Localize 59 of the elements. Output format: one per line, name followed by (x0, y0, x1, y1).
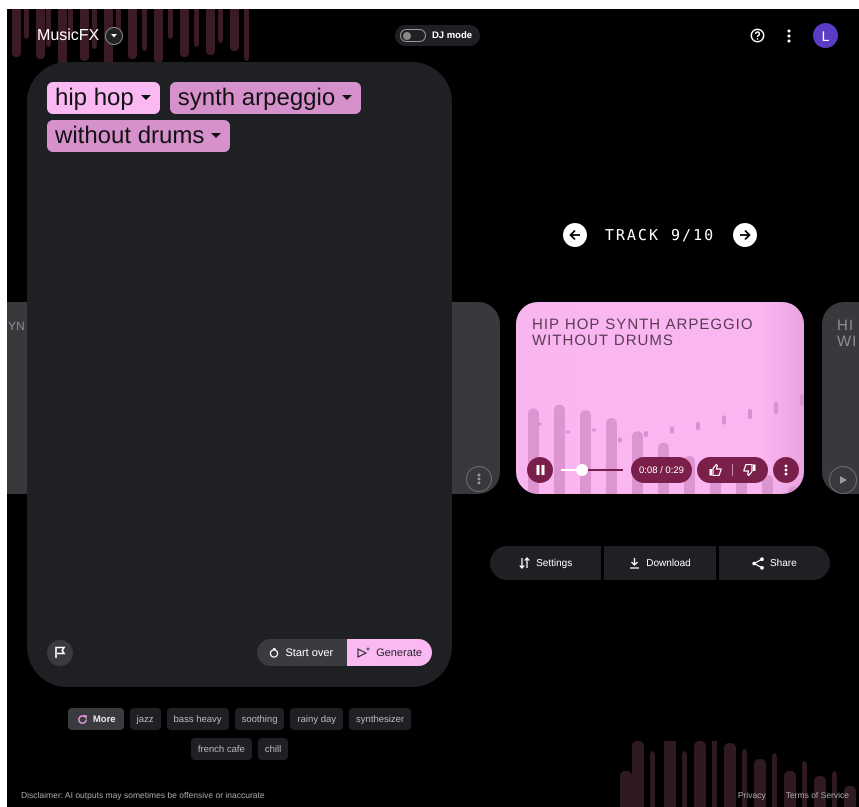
start-over-button[interactable]: Start over (257, 639, 348, 666)
caret-icon (342, 95, 352, 101)
thumbs-down-icon (742, 464, 756, 476)
download-button[interactable]: Download (604, 546, 716, 580)
generate-button[interactable]: Generate (347, 639, 432, 666)
avatar[interactable]: L (813, 23, 838, 48)
arrow-left-icon (568, 229, 581, 241)
next-button[interactable] (733, 223, 758, 247)
track-title: HIP HOP SYNTH ARPEGGIO WITHOUT DRUMS (532, 317, 754, 349)
caret-icon (140, 95, 151, 101)
suggestion-chip[interactable]: synthesizer (349, 708, 412, 730)
flag-icon (54, 646, 66, 659)
previous-button[interactable] (562, 223, 587, 247)
sort-arrows-icon (519, 557, 530, 569)
restart-icon (269, 648, 280, 658)
footer-link[interactable]: Privacy (738, 790, 766, 800)
caret-icon (211, 133, 222, 139)
track-card[interactable] (452, 302, 500, 494)
time-readout: 0:08 / 0:29 (631, 457, 692, 483)
play-button[interactable] (829, 466, 857, 494)
rating-control[interactable] (696, 457, 768, 483)
more-button[interactable]: More (68, 708, 124, 730)
download-icon (629, 557, 640, 569)
suggestion-chip[interactable]: bass heavy (166, 708, 229, 730)
track-card[interactable]: YN (7, 302, 27, 494)
share-button[interactable]: Share (718, 546, 830, 580)
prompt-chip[interactable]: without drums (47, 120, 230, 152)
suggestion-chip[interactable]: jazz (130, 708, 160, 730)
track-title: YN (8, 318, 25, 334)
help-icon[interactable] (750, 28, 765, 43)
dj-mode-toggle[interactable]: DJ mode (394, 25, 480, 46)
pause-icon (536, 465, 544, 475)
suggestion-chip[interactable]: soothing (234, 708, 284, 730)
more-icon (784, 464, 788, 476)
track-counter: TRACK 9/10 (604, 226, 716, 244)
report-button[interactable] (47, 640, 73, 666)
send-sparkle-icon (357, 647, 370, 658)
prompt-chip[interactable]: hip hop (47, 82, 160, 114)
arrow-right-icon (739, 229, 752, 241)
more-icon[interactable] (787, 28, 791, 42)
track-card[interactable]: HI WI (822, 302, 859, 494)
disclaimer-text: Disclaimer: AI outputs may sometimes be offensive or inaccurate (21, 790, 265, 800)
prompt-chip[interactable]: synth arpeggio (170, 82, 362, 114)
suggestion-chip[interactable]: rainy day (290, 708, 344, 730)
refresh-icon (76, 714, 88, 724)
share-icon (752, 556, 764, 570)
suggestion-chip[interactable]: french cafe (190, 738, 252, 760)
play-icon (838, 475, 848, 485)
settings-button[interactable]: Settings (490, 546, 602, 580)
more-icon (477, 473, 481, 485)
footer-link[interactable]: Terms of Service (786, 790, 849, 800)
more-button[interactable] (772, 457, 799, 483)
caret-icon (111, 34, 118, 38)
suggestion-chip[interactable]: chill (258, 738, 288, 760)
track-title: HI WI (837, 318, 858, 350)
pause-button[interactable] (527, 457, 553, 483)
thumbs-up-icon (708, 464, 722, 476)
more-button[interactable] (466, 466, 492, 492)
app-title: MusicFX (37, 26, 100, 44)
